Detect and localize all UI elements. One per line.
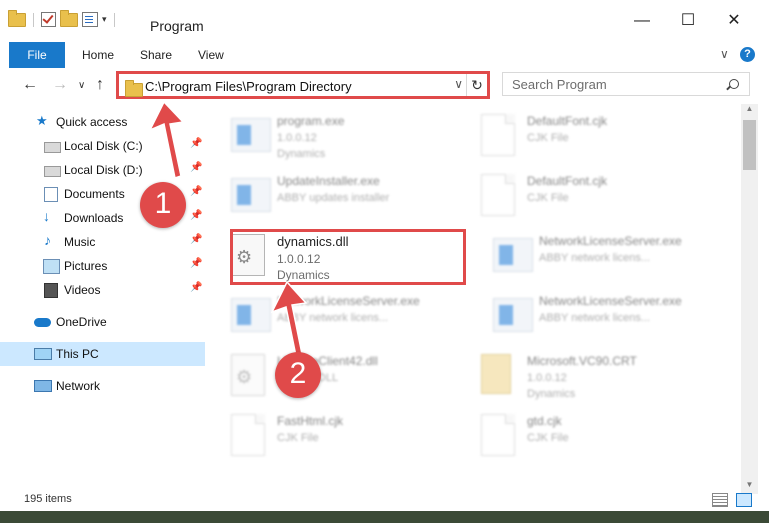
- arrow-2: [270, 280, 308, 357]
- step-badge-1: 1: [140, 182, 186, 228]
- file-explorer-window: ▾ Program — ☐ ✕ File Home Share View ∨ ?…: [0, 0, 769, 523]
- step-badge-2: 2: [275, 352, 321, 398]
- arrow-1: [148, 100, 185, 179]
- annotation-arrows: [148, 100, 308, 357]
